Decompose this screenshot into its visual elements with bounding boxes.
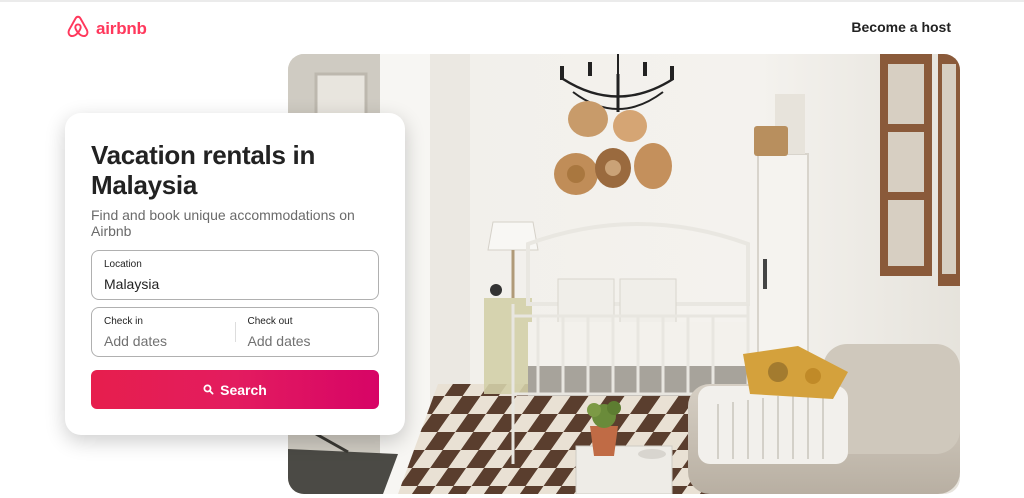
- location-input[interactable]: Malaysia: [104, 275, 366, 293]
- search-button-label: Search: [220, 381, 267, 398]
- dates-field: Check in Add dates Check out Add dates: [91, 307, 379, 357]
- become-a-host-link[interactable]: Become a host: [851, 19, 951, 35]
- page-title: Vacation rentals in Malaysia: [91, 140, 316, 200]
- airbnb-belo-icon: [66, 15, 90, 44]
- airbnb-logo[interactable]: airbnb: [66, 15, 147, 44]
- check-out-input[interactable]: Add dates: [248, 332, 367, 350]
- check-in-label: Check in: [104, 316, 143, 327]
- search-card: Vacation rentals in Malaysia Find and bo…: [65, 113, 405, 435]
- check-in-input[interactable]: Add dates: [104, 332, 223, 350]
- check-in-field[interactable]: Check in Add dates: [92, 308, 235, 356]
- page-subtitle: Find and book unique accommodations on A…: [91, 207, 355, 239]
- location-label: Location: [104, 259, 142, 270]
- check-out-label: Check out: [247, 316, 293, 327]
- search-icon: [203, 382, 214, 398]
- search-button[interactable]: Search: [91, 370, 379, 409]
- brand-wordmark: airbnb: [96, 19, 147, 38]
- top-divider: [0, 0, 1024, 2]
- location-field[interactable]: Location Malaysia: [91, 250, 379, 300]
- check-out-field[interactable]: Check out Add dates: [236, 308, 379, 356]
